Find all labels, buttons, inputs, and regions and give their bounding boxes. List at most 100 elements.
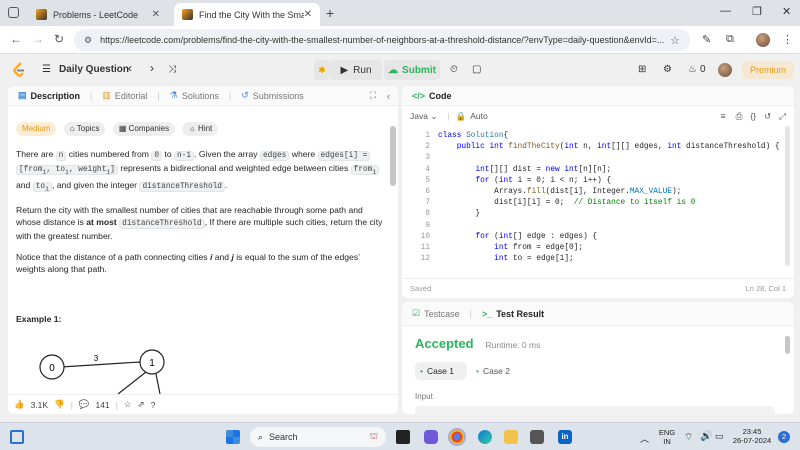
forward-icon[interactable]: → <box>32 32 44 46</box>
example-title: Example 1: <box>16 314 62 325</box>
clock[interactable]: 23:45 26-07-2024 <box>732 427 772 445</box>
bookmark-star-icon[interactable]: ☆ <box>670 34 680 47</box>
divider: | <box>90 90 93 101</box>
code-brackets-icon: </> <box>412 90 426 101</box>
wifi-icon[interactable]: ⌔ <box>684 431 693 444</box>
case-2-tab[interactable]: • Case 2 <box>476 362 510 380</box>
tab-test-result[interactable]: >_ Test Result <box>482 309 544 319</box>
profile-avatar[interactable] <box>756 33 770 47</box>
code-text: to <box>55 166 66 174</box>
windows-start-icon[interactable] <box>226 430 240 444</box>
case-1-tab[interactable]: • Case 1 <box>415 362 467 380</box>
submit-label: Submit <box>402 64 436 76</box>
description-scrollbar[interactable] <box>390 126 396 186</box>
notes-icon[interactable]: ▢ <box>472 64 481 75</box>
submit-button[interactable]: ☁ Submit <box>384 60 440 80</box>
pen-icon[interactable]: ✎ <box>702 33 711 46</box>
file-explorer-icon[interactable] <box>504 430 518 444</box>
battery-icon[interactable]: ▭ <box>715 431 724 442</box>
tab-submissions[interactable]: ↺ Submissions <box>241 90 304 101</box>
site-info-icon[interactable]: ⚙ <box>84 35 92 46</box>
comment-icon[interactable]: 💬 <box>79 399 90 410</box>
browser-tab-find-city[interactable]: Find the City With the Smallest ✕ <box>174 3 320 26</box>
close-tab-icon[interactable]: ✕ <box>152 9 160 20</box>
settings-gear-icon[interactable]: ⚙ <box>663 64 672 75</box>
linkedin-icon[interactable]: in <box>558 430 572 444</box>
run-button[interactable]: ▶ Run <box>330 60 382 80</box>
region-text: IN <box>663 437 671 446</box>
new-tab-icon[interactable]: + <box>326 5 334 21</box>
companies-chip[interactable]: ▦ Companies <box>112 122 176 136</box>
fire-icon[interactable]: ♨ <box>688 64 697 75</box>
pass-dot-icon: • <box>420 366 423 376</box>
expand-icon[interactable]: ⛶ <box>370 90 376 101</box>
user-avatar[interactable] <box>718 63 732 77</box>
tag-icon: ⌂ <box>69 124 77 133</box>
format-icon[interactable]: ≡ <box>721 111 726 121</box>
prev-problem-icon[interactable]: ‹ <box>128 61 132 75</box>
code-tab[interactable]: </> Code <box>412 91 452 101</box>
store-icon[interactable] <box>530 430 544 444</box>
shuffle-icon[interactable]: ⤨ <box>168 64 176 75</box>
chrome-icon[interactable] <box>448 428 466 446</box>
widgets-icon[interactable] <box>10 430 24 444</box>
dislike-icon[interactable]: 👎 <box>54 399 65 410</box>
language-select[interactable]: Java ⌄ <box>410 111 437 122</box>
reset-icon[interactable]: ↺ <box>764 111 771 122</box>
fullscreen-icon[interactable]: ⤢ <box>779 111 786 122</box>
checkbox-icon: ☑ <box>412 308 421 318</box>
result-scrollbar[interactable] <box>785 336 790 354</box>
text: and <box>16 179 33 190</box>
auto-mode[interactable]: Auto <box>470 111 488 121</box>
language-indicator[interactable]: ENG IN <box>658 428 676 446</box>
volume-icon[interactable]: 🔊 <box>700 431 712 442</box>
maximize-icon[interactable]: ❐ <box>752 5 762 18</box>
browser-tab-problems[interactable]: Problems - LeetCode ✕ <box>28 3 168 26</box>
layout-grid-icon[interactable]: ⊞ <box>638 64 646 75</box>
url-field[interactable]: ⚙ https://leetcode.com/problems/find-the… <box>74 29 690 51</box>
close-window-icon[interactable]: ✕ <box>782 5 791 18</box>
collapse-panel-icon[interactable]: ‹ <box>387 91 390 101</box>
next-problem-icon[interactable]: › <box>150 61 154 75</box>
tab-solutions[interactable]: ⚗ Solutions <box>170 90 219 101</box>
leetcode-logo-icon[interactable] <box>12 62 26 78</box>
code-token: fill <box>526 188 546 196</box>
code-scrollbar[interactable] <box>785 126 790 266</box>
teams-icon[interactable] <box>424 430 438 444</box>
code-token: n, <box>583 143 598 152</box>
task-view-icon[interactable] <box>396 430 410 444</box>
tray-chevron-icon[interactable]: ︿ <box>640 432 649 445</box>
notification-badge[interactable]: 2 <box>778 431 790 443</box>
result-tabs: ☑ Testcase | >_ Test Result <box>402 302 794 326</box>
code-editor[interactable]: 1 class Solution{2 public int findTheCity… <box>402 124 794 298</box>
tab-editorial[interactable]: ▥ Editorial <box>102 90 147 101</box>
bookmark-icon[interactable]: ⎙ <box>736 111 743 122</box>
back-icon[interactable]: ← <box>10 32 22 46</box>
minimize-icon[interactable]: — <box>720 5 731 17</box>
debug-button[interactable]: ✱ <box>314 60 330 80</box>
reload-icon[interactable]: ↻ <box>54 32 64 46</box>
tab-testcase[interactable]: ☑ Testcase <box>412 308 460 319</box>
tab-search-icon[interactable] <box>8 7 19 18</box>
premium-button[interactable]: Premium <box>742 61 794 79</box>
code-line: class Solution{ <box>438 132 508 140</box>
daily-question-link[interactable]: Daily Question <box>59 64 129 75</box>
extensions-icon[interactable]: ⧉ <box>726 33 734 46</box>
hint-chip[interactable]: ☼ Hint <box>182 122 219 136</box>
braces-icon[interactable]: {} <box>750 111 756 121</box>
close-tab-icon[interactable]: ✕ <box>304 9 312 20</box>
share-icon[interactable]: ⇗ <box>138 399 145 410</box>
problem-list-icon[interactable]: ☰ <box>42 64 51 75</box>
taskbar-search[interactable]: ⌕ Search ⛫ <box>250 427 386 447</box>
topics-chip[interactable]: ⌂ Topics <box>63 122 106 136</box>
timer-icon[interactable]: ⏲ <box>450 64 458 75</box>
edge-icon[interactable] <box>478 430 492 444</box>
like-icon[interactable]: 👍 <box>14 399 25 410</box>
like-count: 3.1K <box>30 399 49 410</box>
favorite-star-icon[interactable]: ☆ <box>124 399 132 410</box>
code-header: </> Code <box>402 86 794 106</box>
help-icon[interactable]: ? <box>151 400 156 410</box>
menu-dots-icon[interactable]: ⋮ <box>782 33 793 46</box>
tab-description[interactable]: ▤ Description <box>18 90 80 101</box>
